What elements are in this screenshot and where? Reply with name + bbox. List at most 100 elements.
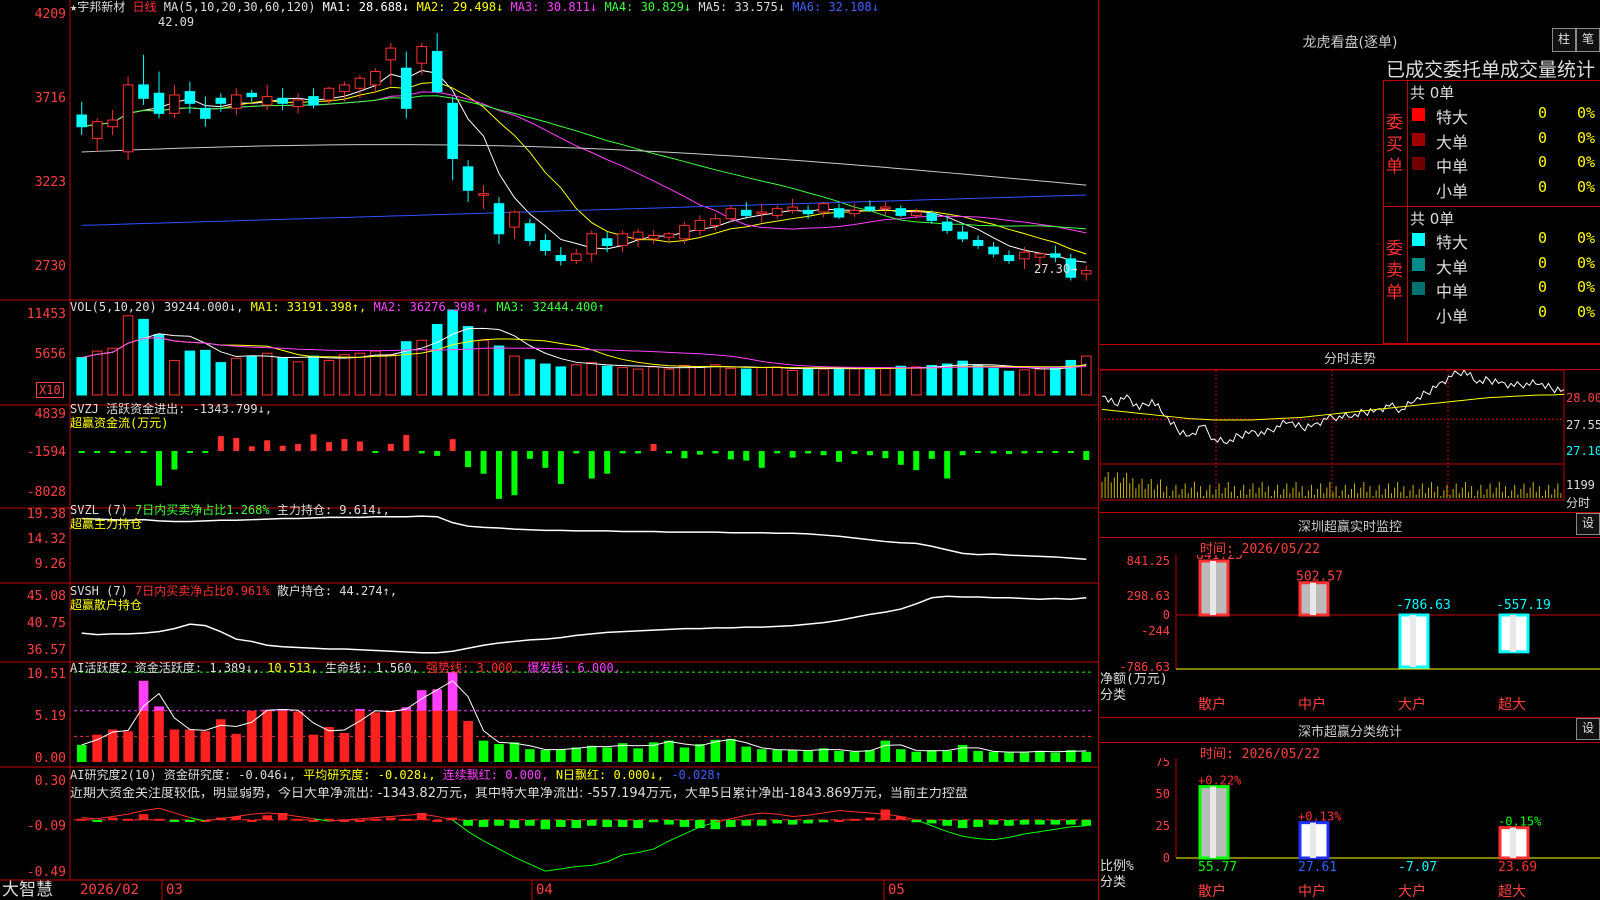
svzl-axis-bot: 9.26: [34, 557, 66, 572]
candle-body-25: [462, 166, 474, 191]
research-line-seg-6: [174, 812, 191, 819]
sz-class-axis-0: 75: [1156, 758, 1170, 769]
activity-bar-53: [896, 749, 906, 762]
buy-row-swatch-2: [1412, 157, 1425, 170]
volume-bar-25: [462, 326, 474, 396]
activity-bar-65: [1081, 751, 1092, 762]
candle-body-43: [740, 209, 752, 216]
volume-bar-0: [76, 357, 88, 396]
fund-flow-bar-42: [727, 451, 734, 460]
candle-body-0: [76, 114, 88, 128]
research-bar-49: [834, 819, 844, 822]
fund-flow-bar-36: [635, 451, 642, 454]
research-line-seg-25: [467, 831, 484, 842]
activity-bar-26: [478, 740, 489, 762]
candle-body-62: [1034, 253, 1046, 258]
brand-logo[interactable]: 大智慧: [2, 880, 53, 900]
research-line-seg-29: [529, 863, 546, 872]
activity-bar-39: [679, 747, 690, 762]
activity-bar-29: [525, 749, 535, 762]
volume-bar-1: [91, 350, 103, 396]
research-bar-63: [1050, 819, 1061, 825]
research-bar-45: [772, 819, 782, 824]
activity-bar-20: [386, 710, 396, 762]
sz-monitor-settings-button[interactable]: 设: [1576, 513, 1600, 535]
candle-body-44: [756, 211, 768, 215]
research-bar-37: [648, 819, 659, 823]
price-ma-line-3: [81, 91, 1087, 234]
vol-axis-top: 11453: [26, 307, 66, 322]
research-bar-15: [308, 819, 319, 822]
intraday-chart[interactable]: [1100, 370, 1600, 510]
fund-flow-bar-53: [897, 451, 904, 465]
ai-research-val: -0.028↑: [671, 768, 722, 782]
volume-bar-39: [679, 364, 690, 396]
sz-monitor-ylabel: 净额(万元): [1100, 672, 1168, 687]
candle-body-65: [1080, 270, 1092, 275]
research-bar-3: [123, 818, 133, 821]
fund-flow-bar-40: [696, 451, 703, 455]
sz-class-settings-button[interactable]: 设: [1576, 718, 1600, 740]
volume-bar-41: [710, 364, 721, 396]
volume-bar-3: [122, 315, 134, 396]
sell-row-name-3: 小单: [1436, 306, 1469, 326]
research-line-seg-44: [761, 812, 778, 815]
fund-flow-bar-32: [573, 451, 580, 454]
bar-mode-button[interactable]: 柱: [1552, 28, 1576, 52]
volume-bar-9: [215, 362, 227, 396]
buy-row-count-0: 0: [1538, 104, 1548, 122]
research-line-seg-14: [298, 815, 314, 820]
fund-flow-bar-8: [202, 451, 209, 454]
longhu-title: 龙虎看盘(逐单): [1302, 35, 1398, 51]
buy-row-pct-3: 0%: [1577, 177, 1596, 196]
research-line-seg-59: [993, 836, 1010, 841]
intraday-avg-line: [1101, 393, 1565, 421]
activity-bar-14: [293, 711, 303, 762]
svzj-sub: 超赢资金流(万元): [70, 416, 169, 430]
volume-bar-20: [385, 354, 397, 396]
tick-mode-button[interactable]: 笔: [1576, 28, 1600, 52]
fund-flow-bar-61: [1021, 451, 1028, 454]
research-line-seg-28: [514, 856, 531, 865]
buy-row-pct-2: 0%: [1577, 153, 1596, 171]
volume-bar-45: [771, 366, 783, 396]
ma-items: MA1: 28.688↓ MA2: 29.498↓ MA3: 30.811↓ M…: [323, 0, 879, 14]
research-line-seg-2: [112, 813, 129, 817]
svzl-ratio: 7日内买卖净占比1.268%: [135, 503, 270, 517]
longhu-col-divider: [1407, 80, 1408, 342]
buy-row-name-3: 小单: [1436, 181, 1469, 201]
activity-bar-10: [231, 733, 242, 762]
buy-row-name-2: 中单: [1436, 157, 1469, 176]
research-line-seg-34: [606, 854, 623, 863]
activity-bar-61: [1019, 751, 1030, 762]
low-price-label: 27.30→: [1034, 262, 1078, 276]
activity-bar-6: [169, 729, 180, 762]
volume-bar-24: [447, 309, 458, 396]
svzj-axis-mid: -1594: [26, 445, 66, 460]
research-bar-47: [803, 819, 813, 824]
sz-class-axis-2: 25: [1156, 819, 1170, 833]
activity-burst-cap-23: [432, 689, 442, 711]
period-label[interactable]: 日线: [132, 0, 156, 14]
candle-body-52: [880, 206, 891, 210]
activity-bar-38: [664, 740, 674, 762]
stock-name[interactable]: ★宇邦新材: [70, 0, 125, 14]
sz-class-bar-shine-3: [1510, 827, 1516, 858]
volume-bar-42: [725, 367, 737, 396]
activity-bar-40: [695, 744, 705, 762]
activity-bar-17: [339, 732, 350, 762]
volume-bar-5: [153, 334, 165, 396]
right-panel-border: [1098, 0, 1099, 900]
svsh-header: SVSH (7) 7日内买卖净占比0.961% 散户持仓: 44.274↑,: [70, 584, 397, 598]
volume-bar-63: [1050, 366, 1061, 396]
candle-body-35: [617, 233, 628, 246]
fund-flow-bar-16: [326, 442, 332, 452]
sz-class-title: 深市超赢分类统计: [1297, 725, 1402, 740]
sz-monitor-title: 深圳超赢实时监控: [1297, 520, 1402, 535]
main-holding-line: [81, 515, 1087, 561]
svsh-axis-mid: 40.75: [26, 616, 66, 631]
svsh-ratio: 7日内买卖净占比0.961%: [135, 584, 270, 598]
research-line-seg-56: [947, 831, 963, 837]
research-line-seg-46: [792, 814, 809, 817]
kline-chart[interactable]: [0, 0, 1100, 900]
